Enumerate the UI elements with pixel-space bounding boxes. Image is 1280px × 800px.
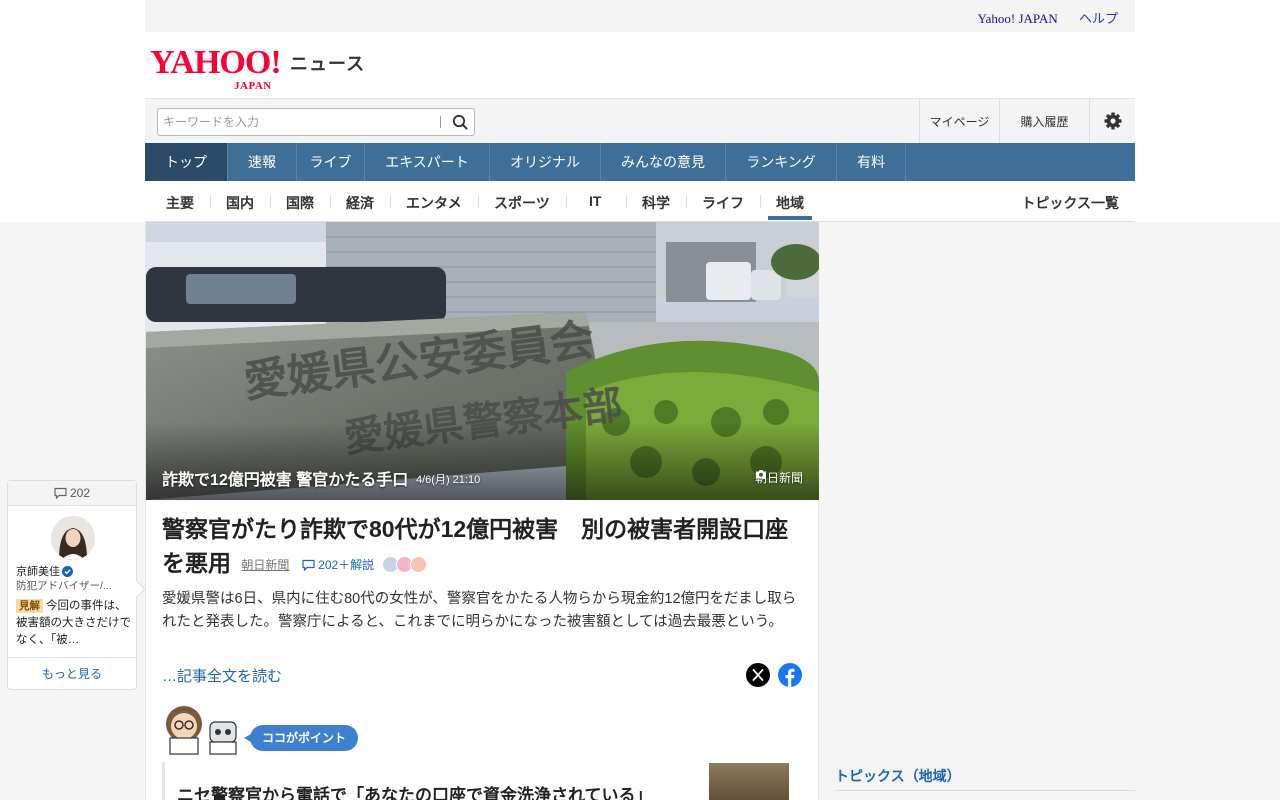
x-logo-icon	[752, 669, 764, 681]
logo-service-name: ニュース	[290, 54, 366, 74]
share-facebook-button[interactable]	[778, 663, 802, 687]
comment-preview-box: 202 京師美佳 防犯アドバイザー/... 見解 今回の事件は、被害額の大きさだけ…	[7, 480, 146, 690]
point-thumbnail	[709, 763, 789, 800]
search-divider	[440, 116, 441, 128]
read-full-article-link[interactable]: …記事全文を読む	[162, 665, 282, 686]
sidebar-topics-title[interactable]: トピックス（地域）	[835, 766, 961, 786]
article-source[interactable]: 朝日新聞	[241, 558, 289, 572]
point-badge: ココがポイント	[243, 725, 359, 751]
share-x-button[interactable]	[746, 663, 770, 687]
tab-opinions[interactable]: みんなの意見	[601, 143, 726, 181]
tab-expert[interactable]: エキスパート	[365, 143, 490, 181]
see-more-comments-button[interactable]: もっと見る	[8, 657, 136, 689]
tab-ranking[interactable]: ランキング	[726, 143, 837, 181]
logo-japan-text: JAPAN	[234, 80, 272, 92]
category-divider	[390, 195, 391, 208]
purchase-history-link[interactable]: 購入履歴	[999, 99, 1089, 143]
category-nav: 主要 国内 国際 経済 エンタメ スポーツ IT 科学 ライフ 地域 トピックス…	[145, 181, 1135, 222]
facebook-logo-icon	[785, 668, 795, 687]
category-divider	[686, 195, 687, 208]
avatar	[409, 555, 427, 573]
category-divider	[330, 195, 331, 208]
comment-type-tag: 見解	[16, 599, 43, 613]
category-main[interactable]: 主要	[166, 193, 194, 213]
yahoo-japan-link[interactable]: Yahoo! JAPAN	[978, 11, 1058, 26]
point-quote[interactable]: ニセ警察官から電話で「あなたの口座で資金洗浄されている」	[162, 762, 802, 800]
category-divider	[210, 195, 211, 208]
category-life[interactable]: ライフ	[702, 193, 744, 213]
category-local[interactable]: 地域	[776, 193, 804, 213]
point-quote-text: ニセ警察官から電話で「あなたの口座で資金洗浄されている」	[177, 786, 653, 800]
point-section-header: ココがポイント	[162, 704, 372, 756]
comment-icon	[54, 487, 67, 499]
category-it[interactable]: IT	[589, 193, 601, 209]
header-right-links: マイページ 購入履歴	[919, 99, 1135, 143]
header: YAHOO! JAPAN ニュース	[145, 32, 1135, 98]
search-row: マイページ 購入履歴	[145, 98, 1135, 143]
category-domestic[interactable]: 国内	[226, 193, 254, 213]
comment-count: 202＋解説	[318, 557, 375, 572]
hero-source: 朝日新聞	[755, 469, 803, 486]
tab-original[interactable]: オリジナル	[490, 143, 601, 181]
tab-top[interactable]: トップ	[145, 143, 228, 181]
commenter-name[interactable]: 京師美佳	[16, 563, 60, 579]
utility-links: Yahoo! JAPAN ヘルプ	[960, 8, 1118, 27]
expert-avatars[interactable]	[381, 555, 428, 574]
topics-list-link[interactable]: トピックス一覧	[1021, 193, 1119, 213]
category-international[interactable]: 国際	[286, 193, 314, 213]
mascot-icon	[166, 706, 237, 755]
settings-button[interactable]	[1089, 99, 1135, 143]
hero-image[interactable]: 愛媛県公安委員会 愛媛県警察本部 詐欺で12億円被害 警官かたる手口 4/6(月…	[146, 222, 819, 500]
camera-icon	[755, 470, 766, 478]
yahoo-news-logo[interactable]: YAHOO! JAPAN ニュース	[150, 44, 370, 93]
article-summary: 愛媛県警は6日、県内に住む80代の女性が、警察官をかたる人物らから現金約12億円…	[162, 591, 797, 630]
comment-icon	[302, 559, 315, 572]
search-input[interactable]	[163, 109, 433, 135]
category-divider	[760, 195, 761, 208]
category-divider	[566, 195, 567, 208]
utility-bar: Yahoo! JAPAN ヘルプ	[145, 0, 1135, 32]
mypage-link[interactable]: マイページ	[919, 99, 999, 143]
category-divider	[626, 195, 627, 208]
hero-caption: 詐欺で12億円被害 警官かたる手口	[162, 472, 409, 489]
category-divider	[270, 195, 271, 208]
category-divider	[478, 195, 479, 208]
comment-count-header[interactable]: 202	[8, 481, 136, 506]
main-nav: トップ 速報 ライブ エキスパート オリジナル みんなの意見 ランキング 有料	[145, 143, 1135, 181]
hero-date: 4/6(月) 21:10	[416, 474, 481, 486]
category-science[interactable]: 科学	[642, 193, 670, 213]
search-box	[157, 108, 475, 136]
category-economy[interactable]: 経済	[346, 193, 374, 213]
commenter-role: 防犯アドバイザー/...	[16, 580, 112, 592]
main-content: 愛媛県公安委員会 愛媛県警察本部 詐欺で12億円被害 警官かたる手口 4/6(月…	[145, 222, 819, 800]
verified-badge-icon	[62, 565, 73, 577]
help-link[interactable]: ヘルプ	[1079, 11, 1118, 26]
commenter-name-row: 京師美佳	[16, 563, 73, 579]
tab-live[interactable]: ライブ	[297, 143, 365, 181]
logo-yahoo-text: YAHOO!	[150, 44, 282, 81]
comment-count-value: 202	[69, 486, 91, 500]
article-headline-block: 警察官がたり詐欺で80代が12億円被害 別の被害者開設口座を悪用 朝日新聞 20…	[162, 512, 807, 582]
comment-link[interactable]: 202＋解説	[302, 558, 378, 572]
category-entertainment[interactable]: エンタメ	[406, 193, 462, 213]
tab-breaking[interactable]: 速報	[228, 143, 297, 181]
active-category-indicator	[768, 216, 812, 220]
search-icon	[452, 114, 468, 130]
search-button[interactable]	[446, 109, 474, 135]
sidebar-divider	[835, 790, 1135, 791]
comment-excerpt[interactable]: 見解 今回の事件は、被害額の大きさだけでなく、「被…	[16, 598, 132, 649]
hero-photo: 愛媛県公安委員会 愛媛県警察本部	[146, 222, 819, 500]
commenter-avatar[interactable]	[51, 516, 95, 560]
gear-icon	[1104, 112, 1121, 130]
commenter-photo	[51, 516, 95, 560]
tab-paid[interactable]: 有料	[837, 143, 906, 181]
category-sports[interactable]: スポーツ	[494, 193, 550, 213]
